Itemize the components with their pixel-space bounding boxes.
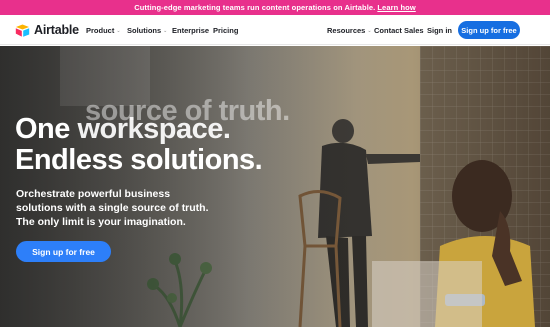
chevron-down-icon: ⌄ [163,27,168,34]
headline-word-workspace: workspace. [77,113,231,145]
nav-product-label: Product [86,26,115,35]
headline-line-1: One workspace. [15,114,262,145]
nav-sign-in-label: Sign in [427,26,452,35]
hero-signup-button[interactable]: Sign up for free [16,241,111,262]
nav-sign-in[interactable]: Sign in [427,26,452,35]
headline-line-2: Endless solutions. [15,144,263,176]
hero-subtext: Orchestrate powerful business solutions … [16,188,209,228]
chevron-down-icon: ⌄ [116,27,121,34]
airtable-logo[interactable]: Airtable [15,23,79,37]
nav-solutions-label: Solutions [127,26,162,35]
announcement-bar: Cutting-edge marketing teams run content… [0,0,550,15]
headline-word-one: One [15,113,70,145]
nav-contact-sales[interactable]: Contact Sales [374,26,424,35]
learn-how-link[interactable]: Learn how [377,3,415,12]
nav-enterprise[interactable]: Enterprise [172,26,209,35]
nav-product[interactable]: Product ⌄ [86,26,121,35]
nav-contact-sales-label: Contact Sales [374,26,424,35]
hero-headline: One workspace. Endless solutions. [15,114,263,176]
chevron-down-icon: ⌄ [367,27,372,34]
signup-button[interactable]: Sign up for free [458,21,520,39]
nav-pricing-label: Pricing [213,26,239,35]
nav-enterprise-label: Enterprise [172,26,210,35]
nav-solutions[interactable]: Solutions ⌄ [127,26,167,35]
hero-section: source of truth. One workspace. Endless … [0,46,550,327]
top-nav: Airtable Product ⌄ Solutions ⌄ Enterpris… [0,15,550,45]
announcement-text: Cutting-edge marketing teams run content… [134,3,376,12]
nav-resources-label: Resources [327,26,366,35]
nav-resources[interactable]: Resources ⌄ [327,26,372,35]
airtable-logo-icon [15,24,30,37]
nav-pricing[interactable]: Pricing [213,26,238,35]
logo-text: Airtable [34,23,79,37]
